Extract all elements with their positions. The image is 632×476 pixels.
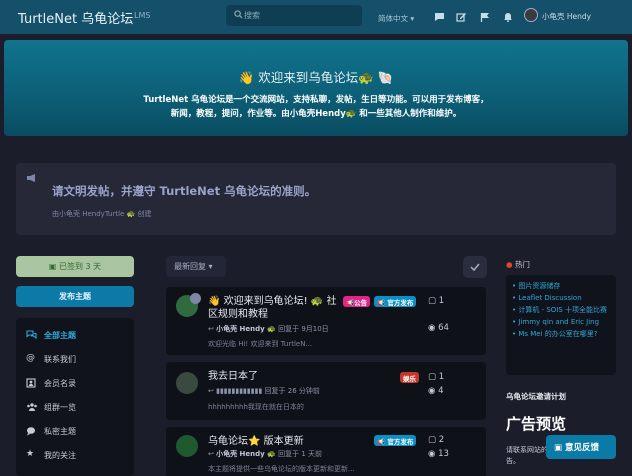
- calendar-icon: ▣: [48, 262, 57, 271]
- announcement-text: 请文明发帖，并遵守 TurtleNet 乌龟论坛的准则。: [52, 184, 317, 198]
- language-label: 简体中文: [378, 14, 408, 23]
- mark-read-button[interactable]: [463, 256, 487, 278]
- topic-excerpt: 本主题将提供一些乌龟论坛的版本更新和更新...: [208, 465, 355, 473]
- topic-author[interactable]: 小龟壳 Hendy 🐢: [216, 450, 276, 458]
- checkin-button[interactable]: ▣ 已签到 3 天: [16, 256, 134, 277]
- eye-icon: ◉: [428, 449, 436, 459]
- sidebar-item-label: 会员名录: [44, 379, 76, 388]
- topic-meta: ↩ 小龟壳 Hendy 🐢 回复于 9月10日: [208, 325, 329, 333]
- topic-author[interactable]: 小龟壳 Hendy 🐢: [216, 325, 276, 333]
- lock-badge-icon: [190, 293, 201, 304]
- sidebar-item-following[interactable]: ★ 我的关注: [16, 444, 134, 466]
- groups-icon: [27, 403, 37, 411]
- fire-icon: ●: [506, 260, 513, 269]
- sidebar-item-members[interactable]: 会员名录: [16, 372, 134, 394]
- flag-icon[interactable]: [480, 12, 490, 22]
- tag-official[interactable]: 📢 官方发布: [374, 296, 417, 307]
- site-logo[interactable]: TurtleNet 乌龟论坛: [18, 8, 133, 27]
- hero-description-line2: 新闻，教程，提问，作业等。由小龟壳Hendy🐢 和一些其他人制作和维护。: [170, 109, 462, 119]
- topic-avatar[interactable]: [176, 372, 198, 394]
- search-icon: [234, 10, 243, 19]
- reply-count: ▢ 1: [428, 296, 445, 306]
- user-avatar[interactable]: [524, 8, 538, 22]
- feedback-button[interactable]: ▣ 意见反馈: [546, 435, 616, 459]
- hot-topic-link[interactable]: • Jimmy qin and Eric Jing: [512, 317, 610, 327]
- megaphone-icon: [27, 174, 35, 182]
- lms-link[interactable]: LMS: [134, 11, 150, 20]
- chat-bubbles-icon: [26, 330, 37, 340]
- feedback-icon: ▣: [554, 443, 563, 453]
- welcome-hero: 👋 欢迎来到乌龟论坛🐢 🐚 TurtleNet 乌龟论坛是一个交流网站，支持私聊…: [4, 40, 628, 136]
- chat-icon[interactable]: [434, 12, 445, 22]
- reply-icon: ▢: [428, 372, 437, 382]
- feedback-label: 意见反馈: [565, 443, 600, 453]
- search-placeholder: 搜索: [244, 11, 260, 20]
- sidebar-item-label: 联系我们: [44, 355, 76, 364]
- view-count: ◉ 4: [428, 386, 444, 396]
- checkmark-icon: [470, 263, 480, 271]
- hot-topic-link[interactable]: • 图片资源储存: [512, 281, 610, 291]
- announcement-banner[interactable]: 请文明发帖，并遵守 TurtleNet 乌龟论坛的准则。 由小龟壳 HendyT…: [16, 163, 616, 235]
- reply-icon: ▢: [428, 296, 437, 306]
- topic-row[interactable]: 乌龟论坛⭐ 版本更新 📢 官方发布 ↩ 小龟壳 Hendy 🐢 回复于 1 天前…: [166, 427, 486, 476]
- reply-count: ▢ 2: [428, 435, 445, 445]
- sidebar-item-private[interactable]: 私密主题: [16, 420, 134, 442]
- view-count: ◉ 64: [428, 323, 449, 333]
- ad-preview-title: 广告预览: [506, 415, 567, 433]
- topic-title[interactable]: 乌龟论坛⭐ 版本更新: [208, 435, 304, 448]
- reply-icon: ▢: [428, 435, 437, 445]
- search-input[interactable]: 搜索: [226, 5, 362, 26]
- topic-avatar[interactable]: [176, 435, 198, 457]
- hot-topic-link[interactable]: • Ms Mei 的办公室在哪里?: [512, 329, 610, 339]
- new-topic-button[interactable]: 发布主题: [16, 286, 134, 307]
- hot-topics-list: • 图片资源储存 • Leaflet Discussion • 计算机 - SO…: [506, 275, 616, 375]
- topic-meta: ↩ 小龟壳 Hendy 🐢 回复于 1 天前: [208, 450, 322, 458]
- topic-title[interactable]: 我去日本了: [208, 370, 258, 383]
- topic-title-line2: 区规则和教程: [208, 309, 268, 320]
- hot-topic-link[interactable]: • 计算机 - SOIS 十项全能比赛: [512, 305, 610, 315]
- tag-official[interactable]: 📢 官方发布: [374, 435, 417, 446]
- hero-description-line1: TurtleNet 乌龟论坛是一个交流网站，支持私聊，发帖，生日等功能。可以用于…: [143, 95, 489, 105]
- hero-title: 👋 欢迎来到乌龟论坛🐢 🐚: [238, 70, 394, 85]
- sidebar-item-label: 组群一览: [44, 403, 76, 412]
- topic-reply-time: 回复于 1 天前: [278, 450, 322, 458]
- sidebar-item-groups[interactable]: 组群一览: [16, 396, 134, 418]
- topic-meta: ↩ ▮▮▮▮▮▮▮▮▮▮▮▮ 回复于 26 分钟前: [208, 387, 320, 395]
- announcement-author: 由小龟壳 HendyTurtle 🐢 创建: [52, 210, 152, 218]
- checkin-label: 已签到 3 天: [58, 262, 102, 271]
- topic-title[interactable]: 👋 欢迎来到乌龟论坛! 🐢 社 区规则和教程: [208, 295, 336, 321]
- sidebar-item-contact[interactable]: @ 联系我们: [16, 348, 134, 370]
- at-sign-icon: @: [26, 353, 35, 363]
- tag-entertainment[interactable]: 娱乐: [400, 372, 419, 383]
- topic-row[interactable]: 👋 欢迎来到乌龟论坛! 🐢 社 区规则和教程 📢公告 📢 官方发布 ↩ 小龟壳 …: [166, 287, 486, 355]
- topic-excerpt: 欢迎光临 Hi! 欢迎来到 TurtleN...: [208, 340, 313, 348]
- eye-icon: ◉: [428, 323, 436, 333]
- sidebar-item-label: 私密主题: [44, 427, 76, 436]
- sort-dropdown[interactable]: 最新回复 ▾: [166, 256, 226, 277]
- sidebar-item-label: 我的关注: [44, 451, 76, 460]
- star-icon: ★: [26, 449, 35, 459]
- bell-icon[interactable]: [503, 12, 513, 22]
- edit-icon[interactable]: [456, 12, 467, 22]
- topic-reply-time: 回复于 9月10日: [278, 325, 329, 333]
- member-list-icon: [26, 378, 36, 388]
- tag-announcement[interactable]: 📢公告: [343, 296, 371, 307]
- topic-title-line1: 👋 欢迎来到乌龟论坛! 🐢 社: [208, 296, 337, 307]
- topic-row[interactable]: 我去日本了 娱乐 ↩ ▮▮▮▮▮▮▮▮▮▮▮▮ 回复于 26 分钟前 hhhhh…: [166, 362, 486, 420]
- sidebar-nav: 全部主题 @ 联系我们 会员名录 组群一览 私密主题 ★ 我的关注: [16, 318, 134, 476]
- invite-plan-title: 乌龟论坛邀请计划: [506, 392, 566, 401]
- sidebar-item-label: 全部主题: [44, 331, 76, 340]
- sidebar-item-all-topics[interactable]: 全部主题: [16, 324, 134, 346]
- eye-icon: ◉: [428, 386, 436, 396]
- private-chat-icon: [27, 427, 35, 436]
- topic-reply-time: 回复于 26 分钟前: [264, 387, 320, 395]
- hot-section-title: ● 热门: [506, 260, 530, 269]
- language-selector[interactable]: 简体中文 ▾: [378, 13, 414, 24]
- view-count: ◉ 13: [428, 449, 449, 459]
- reply-count: ▢ 1: [428, 372, 445, 382]
- user-name[interactable]: 小龟壳 Hendy: [542, 11, 591, 22]
- hot-topic-link[interactable]: • Leaflet Discussion: [512, 293, 610, 303]
- topic-excerpt: hhhhhhhhh我现在就在日本的: [208, 403, 304, 411]
